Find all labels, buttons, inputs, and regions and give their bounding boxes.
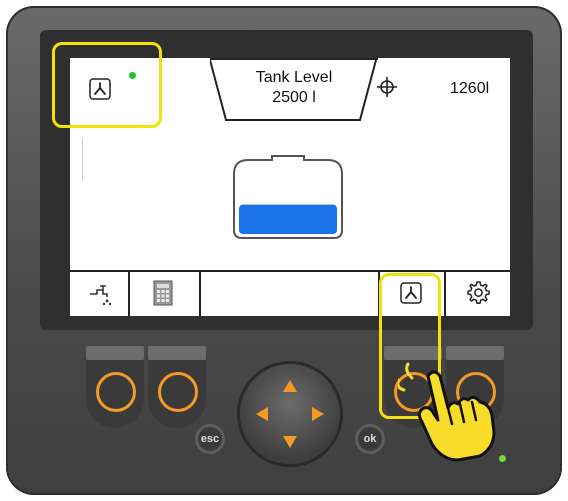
- button-cap: [86, 346, 144, 360]
- arrow-down-icon[interactable]: [283, 436, 297, 448]
- arrow-right-icon[interactable]: [312, 407, 324, 421]
- tank-graphic: [233, 155, 343, 239]
- volume-readout: 1260l: [450, 80, 490, 97]
- divider: [128, 272, 130, 316]
- softkey-button-1[interactable]: [86, 346, 144, 428]
- highlight-status-lower-icon: [52, 42, 162, 128]
- tank-fill-level: [239, 204, 337, 234]
- tank-level-value: 2500 l: [272, 89, 316, 106]
- navigation-dpad[interactable]: [240, 364, 340, 464]
- title-label: Tank Level: [255, 69, 333, 86]
- esc-button[interactable]: esc: [195, 424, 225, 454]
- softkey-bar: [70, 270, 510, 316]
- calculator-icon[interactable]: [150, 280, 176, 306]
- button-cap: [148, 346, 206, 360]
- button-ring: [158, 372, 198, 412]
- button-cap: [446, 346, 504, 360]
- pointing-hand-icon: [398, 362, 496, 462]
- arrow-up-icon[interactable]: [283, 380, 297, 392]
- softkey-button-2[interactable]: [148, 346, 206, 428]
- arrow-left-icon[interactable]: [256, 407, 268, 421]
- page-title: Tank Level 2500 l: [234, 68, 354, 108]
- divider: [444, 272, 446, 316]
- divider: [199, 272, 201, 316]
- tap-water-icon[interactable]: [87, 280, 113, 306]
- ok-button[interactable]: ok: [355, 424, 385, 454]
- button-ring: [96, 372, 136, 412]
- gear-icon[interactable]: [465, 280, 491, 306]
- divider: [82, 138, 83, 180]
- crosshair-icon: [377, 77, 397, 97]
